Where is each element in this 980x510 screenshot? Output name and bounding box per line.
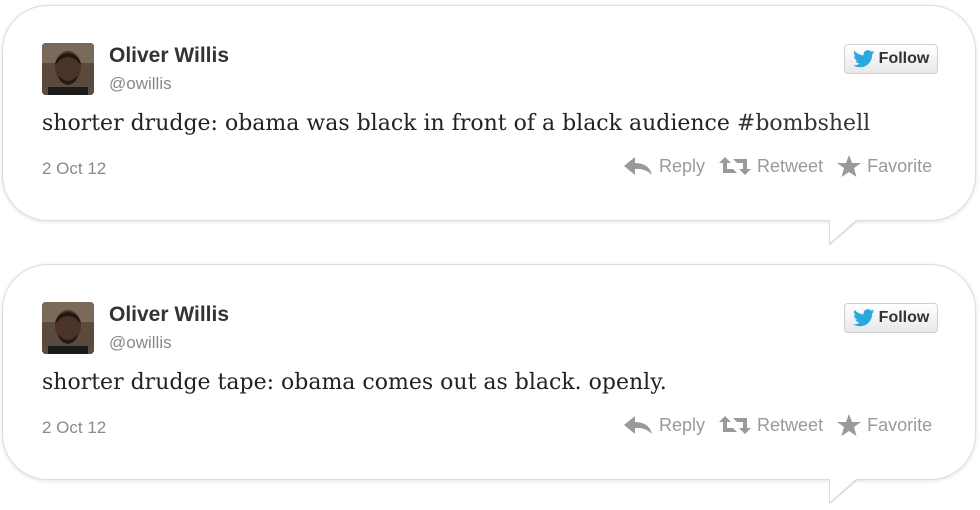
- reply-label: Reply: [659, 414, 706, 435]
- reply-arrow-icon: [624, 157, 652, 175]
- tweet-text: shorter drudge tape: obama comes out as …: [42, 370, 667, 395]
- retweet-icon: [719, 416, 752, 434]
- tweet-body: shorter drudge: obama was black in front…: [42, 111, 730, 136]
- author-handle[interactable]: @owillis: [109, 333, 172, 353]
- avatar-image: [42, 43, 94, 95]
- reply-button[interactable]: Reply: [623, 156, 705, 177]
- tweet-card: Oliver Willis @owillis Follow shorter dr…: [2, 264, 976, 505]
- favorite-button[interactable]: Favorite: [837, 155, 932, 177]
- tweet-text: shorter drudge: obama was black in front…: [42, 111, 870, 136]
- tweet-date[interactable]: 2 Oct 12: [42, 159, 106, 179]
- retweet-button[interactable]: Retweet: [719, 156, 823, 177]
- reply-arrow-icon: [624, 416, 652, 434]
- author-name[interactable]: Oliver Willis: [109, 44, 229, 68]
- follow-button[interactable]: Follow: [844, 303, 938, 333]
- avatar[interactable]: [42, 302, 94, 354]
- retweet-button[interactable]: Retweet: [719, 415, 823, 436]
- twitter-bird-icon: [852, 50, 875, 68]
- reply-button[interactable]: Reply: [623, 415, 705, 436]
- follow-button[interactable]: Follow: [844, 44, 938, 74]
- reply-label: Reply: [659, 155, 706, 176]
- star-icon: [837, 414, 862, 436]
- avatar-image: [42, 302, 94, 354]
- favorite-label: Favorite: [867, 414, 933, 435]
- retweet-label: Retweet: [757, 155, 824, 176]
- tweet-body: shorter drudge tape: obama comes out as …: [42, 370, 667, 395]
- bubble-tail: [829, 219, 859, 246]
- retweet-icon: [719, 157, 752, 175]
- favorite-button[interactable]: Favorite: [837, 414, 932, 436]
- tweet-actions: Reply Retweet Favorite: [623, 155, 932, 177]
- tweet-card: Oliver Willis @owillis Follow shorter dr…: [2, 5, 976, 246]
- retweet-label: Retweet: [757, 414, 824, 435]
- favorite-label: Favorite: [867, 155, 933, 176]
- star-icon: [837, 155, 862, 177]
- twitter-bird-icon: [852, 309, 875, 327]
- hashtag-link[interactable]: #bombshell: [737, 111, 870, 136]
- tweet-date[interactable]: 2 Oct 12: [42, 418, 106, 438]
- avatar[interactable]: [42, 43, 94, 95]
- author-name[interactable]: Oliver Willis: [109, 303, 229, 327]
- follow-label: Follow: [878, 309, 930, 326]
- bubble-tail: [829, 478, 859, 505]
- follow-label: Follow: [878, 50, 930, 67]
- tweet-actions: Reply Retweet Favorite: [623, 414, 932, 436]
- author-handle[interactable]: @owillis: [109, 74, 172, 94]
